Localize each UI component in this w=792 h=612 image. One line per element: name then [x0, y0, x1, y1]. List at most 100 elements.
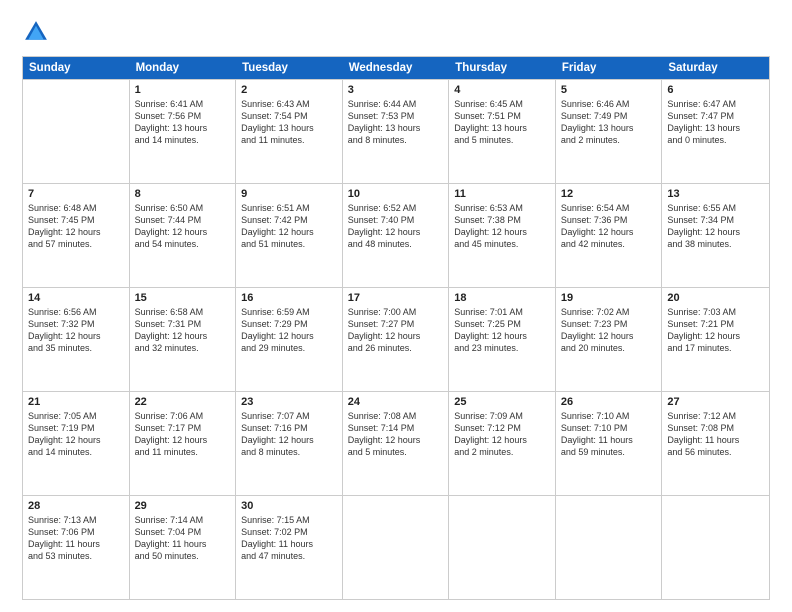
- calendar-cell: 3 Sunrise: 6:44 AM Sunset: 7:53 PM Daylig…: [343, 80, 450, 183]
- day-info: Sunrise: 6:45 AM Sunset: 7:51 PM Dayligh…: [454, 98, 550, 147]
- calendar-cell: 13 Sunrise: 6:55 AM Sunset: 7:34 PM Dayli…: [662, 184, 769, 287]
- day-number: 27: [667, 396, 764, 408]
- day-number: 9: [241, 188, 337, 200]
- day-number: 30: [241, 500, 337, 512]
- day-number: 10: [348, 188, 444, 200]
- calendar-cell: [556, 496, 663, 599]
- day-info: Sunrise: 6:44 AM Sunset: 7:53 PM Dayligh…: [348, 98, 444, 147]
- day-number: 11: [454, 188, 550, 200]
- day-info: Sunrise: 7:10 AM Sunset: 7:10 PM Dayligh…: [561, 410, 657, 459]
- calendar-cell: 17 Sunrise: 7:00 AM Sunset: 7:27 PM Dayli…: [343, 288, 450, 391]
- calendar-cell: [343, 496, 450, 599]
- day-number: 16: [241, 292, 337, 304]
- day-info: Sunrise: 7:06 AM Sunset: 7:17 PM Dayligh…: [135, 410, 231, 459]
- day-info: Sunrise: 6:46 AM Sunset: 7:49 PM Dayligh…: [561, 98, 657, 147]
- day-number: 13: [667, 188, 764, 200]
- calendar-cell: 9 Sunrise: 6:51 AM Sunset: 7:42 PM Daylig…: [236, 184, 343, 287]
- day-number: 28: [28, 500, 124, 512]
- calendar-cell: 14 Sunrise: 6:56 AM Sunset: 7:32 PM Dayli…: [23, 288, 130, 391]
- calendar-cell: 16Sunrise: 6:59 AM Sunset: 7:29 PM Dayli…: [236, 288, 343, 391]
- calendar-cell: 8Sunrise: 6:50 AM Sunset: 7:44 PM Daylig…: [130, 184, 237, 287]
- day-number: 4: [454, 84, 550, 96]
- calendar-body: 1 Sunrise: 6:41 AM Sunset: 7:56 PM Daylig…: [23, 79, 769, 599]
- calendar-cell: 15 Sunrise: 6:58 AM Sunset: 7:31 PM Dayli…: [130, 288, 237, 391]
- day-info: Sunrise: 6:48 AM Sunset: 7:45 PM Dayligh…: [28, 202, 124, 251]
- day-info: Sunrise: 7:07 AM Sunset: 7:16 PM Dayligh…: [241, 410, 337, 459]
- calendar-cell: 24 Sunrise: 7:08 AM Sunset: 7:14 PM Dayli…: [343, 392, 450, 495]
- day-info: Sunrise: 7:15 AM Sunset: 7:02 PM Dayligh…: [241, 514, 337, 563]
- calendar-cell: 10 Sunrise: 6:52 AM Sunset: 7:40 PM Dayli…: [343, 184, 450, 287]
- calendar-cell: 25Sunrise: 7:09 AM Sunset: 7:12 PM Dayli…: [449, 392, 556, 495]
- day-number: 2: [241, 84, 337, 96]
- day-number: 15: [135, 292, 231, 304]
- calendar-cell: 6Sunrise: 6:47 AM Sunset: 7:47 PM Daylig…: [662, 80, 769, 183]
- day-number: 20: [667, 292, 764, 304]
- day-info: Sunrise: 6:47 AM Sunset: 7:47 PM Dayligh…: [667, 98, 764, 147]
- calendar-row: 21 Sunrise: 7:05 AM Sunset: 7:19 PM Dayli…: [23, 391, 769, 495]
- day-info: Sunrise: 6:52 AM Sunset: 7:40 PM Dayligh…: [348, 202, 444, 251]
- calendar-cell: 26 Sunrise: 7:10 AM Sunset: 7:10 PM Dayli…: [556, 392, 663, 495]
- day-number: 12: [561, 188, 657, 200]
- day-info: Sunrise: 6:41 AM Sunset: 7:56 PM Dayligh…: [135, 98, 231, 147]
- calendar-row: 7Sunrise: 6:48 AM Sunset: 7:45 PM Daylig…: [23, 183, 769, 287]
- calendar-cell: 20 Sunrise: 7:03 AM Sunset: 7:21 PM Dayli…: [662, 288, 769, 391]
- header: [22, 18, 770, 46]
- calendar-header-cell: Sunday: [23, 57, 130, 79]
- day-number: 22: [135, 396, 231, 408]
- day-info: Sunrise: 7:00 AM Sunset: 7:27 PM Dayligh…: [348, 306, 444, 355]
- calendar-header-cell: Monday: [130, 57, 237, 79]
- day-info: Sunrise: 7:13 AM Sunset: 7:06 PM Dayligh…: [28, 514, 124, 563]
- day-number: 17: [348, 292, 444, 304]
- day-number: 8: [135, 188, 231, 200]
- calendar-cell: 18Sunrise: 7:01 AM Sunset: 7:25 PM Dayli…: [449, 288, 556, 391]
- day-number: 29: [135, 500, 231, 512]
- day-number: 14: [28, 292, 124, 304]
- calendar-cell: 30 Sunrise: 7:15 AM Sunset: 7:02 PM Dayli…: [236, 496, 343, 599]
- day-info: Sunrise: 7:03 AM Sunset: 7:21 PM Dayligh…: [667, 306, 764, 355]
- day-number: 25: [454, 396, 550, 408]
- page: SundayMondayTuesdayWednesdayThursdayFrid…: [0, 0, 792, 612]
- day-number: 21: [28, 396, 124, 408]
- calendar-cell: 27 Sunrise: 7:12 AM Sunset: 7:08 PM Dayli…: [662, 392, 769, 495]
- calendar-header-cell: Friday: [556, 57, 663, 79]
- calendar-row: 28 Sunrise: 7:13 AM Sunset: 7:06 PM Dayli…: [23, 495, 769, 599]
- day-number: 3: [348, 84, 444, 96]
- day-info: Sunrise: 7:14 AM Sunset: 7:04 PM Dayligh…: [135, 514, 231, 563]
- calendar-cell: 22 Sunrise: 7:06 AM Sunset: 7:17 PM Dayli…: [130, 392, 237, 495]
- day-number: 26: [561, 396, 657, 408]
- calendar-cell: 11 Sunrise: 6:53 AM Sunset: 7:38 PM Dayli…: [449, 184, 556, 287]
- calendar-header-cell: Saturday: [662, 57, 769, 79]
- calendar-cell: [662, 496, 769, 599]
- calendar-cell: 21 Sunrise: 7:05 AM Sunset: 7:19 PM Dayli…: [23, 392, 130, 495]
- day-number: 18: [454, 292, 550, 304]
- day-info: Sunrise: 6:56 AM Sunset: 7:32 PM Dayligh…: [28, 306, 124, 355]
- calendar-cell: 1 Sunrise: 6:41 AM Sunset: 7:56 PM Daylig…: [130, 80, 237, 183]
- day-info: Sunrise: 7:12 AM Sunset: 7:08 PM Dayligh…: [667, 410, 764, 459]
- calendar-cell: 2 Sunrise: 6:43 AM Sunset: 7:54 PM Daylig…: [236, 80, 343, 183]
- calendar-header-cell: Wednesday: [343, 57, 450, 79]
- calendar-cell: 4 Sunrise: 6:45 AM Sunset: 7:51 PM Daylig…: [449, 80, 556, 183]
- calendar-cell: [23, 80, 130, 183]
- day-info: Sunrise: 7:05 AM Sunset: 7:19 PM Dayligh…: [28, 410, 124, 459]
- calendar-cell: 23Sunrise: 7:07 AM Sunset: 7:16 PM Dayli…: [236, 392, 343, 495]
- calendar: SundayMondayTuesdayWednesdayThursdayFrid…: [22, 56, 770, 600]
- calendar-header-cell: Thursday: [449, 57, 556, 79]
- day-info: Sunrise: 6:58 AM Sunset: 7:31 PM Dayligh…: [135, 306, 231, 355]
- day-number: 24: [348, 396, 444, 408]
- day-number: 1: [135, 84, 231, 96]
- day-info: Sunrise: 6:51 AM Sunset: 7:42 PM Dayligh…: [241, 202, 337, 251]
- day-info: Sunrise: 7:02 AM Sunset: 7:23 PM Dayligh…: [561, 306, 657, 355]
- calendar-cell: 12 Sunrise: 6:54 AM Sunset: 7:36 PM Dayli…: [556, 184, 663, 287]
- calendar-cell: 5Sunrise: 6:46 AM Sunset: 7:49 PM Daylig…: [556, 80, 663, 183]
- calendar-row: 14 Sunrise: 6:56 AM Sunset: 7:32 PM Dayli…: [23, 287, 769, 391]
- logo-icon: [22, 18, 50, 46]
- day-info: Sunrise: 6:43 AM Sunset: 7:54 PM Dayligh…: [241, 98, 337, 147]
- day-info: Sunrise: 6:53 AM Sunset: 7:38 PM Dayligh…: [454, 202, 550, 251]
- day-info: Sunrise: 6:55 AM Sunset: 7:34 PM Dayligh…: [667, 202, 764, 251]
- calendar-row: 1 Sunrise: 6:41 AM Sunset: 7:56 PM Daylig…: [23, 79, 769, 183]
- day-info: Sunrise: 6:54 AM Sunset: 7:36 PM Dayligh…: [561, 202, 657, 251]
- calendar-cell: 28 Sunrise: 7:13 AM Sunset: 7:06 PM Dayli…: [23, 496, 130, 599]
- calendar-header-cell: Tuesday: [236, 57, 343, 79]
- day-info: Sunrise: 7:08 AM Sunset: 7:14 PM Dayligh…: [348, 410, 444, 459]
- calendar-cell: 29 Sunrise: 7:14 AM Sunset: 7:04 PM Dayli…: [130, 496, 237, 599]
